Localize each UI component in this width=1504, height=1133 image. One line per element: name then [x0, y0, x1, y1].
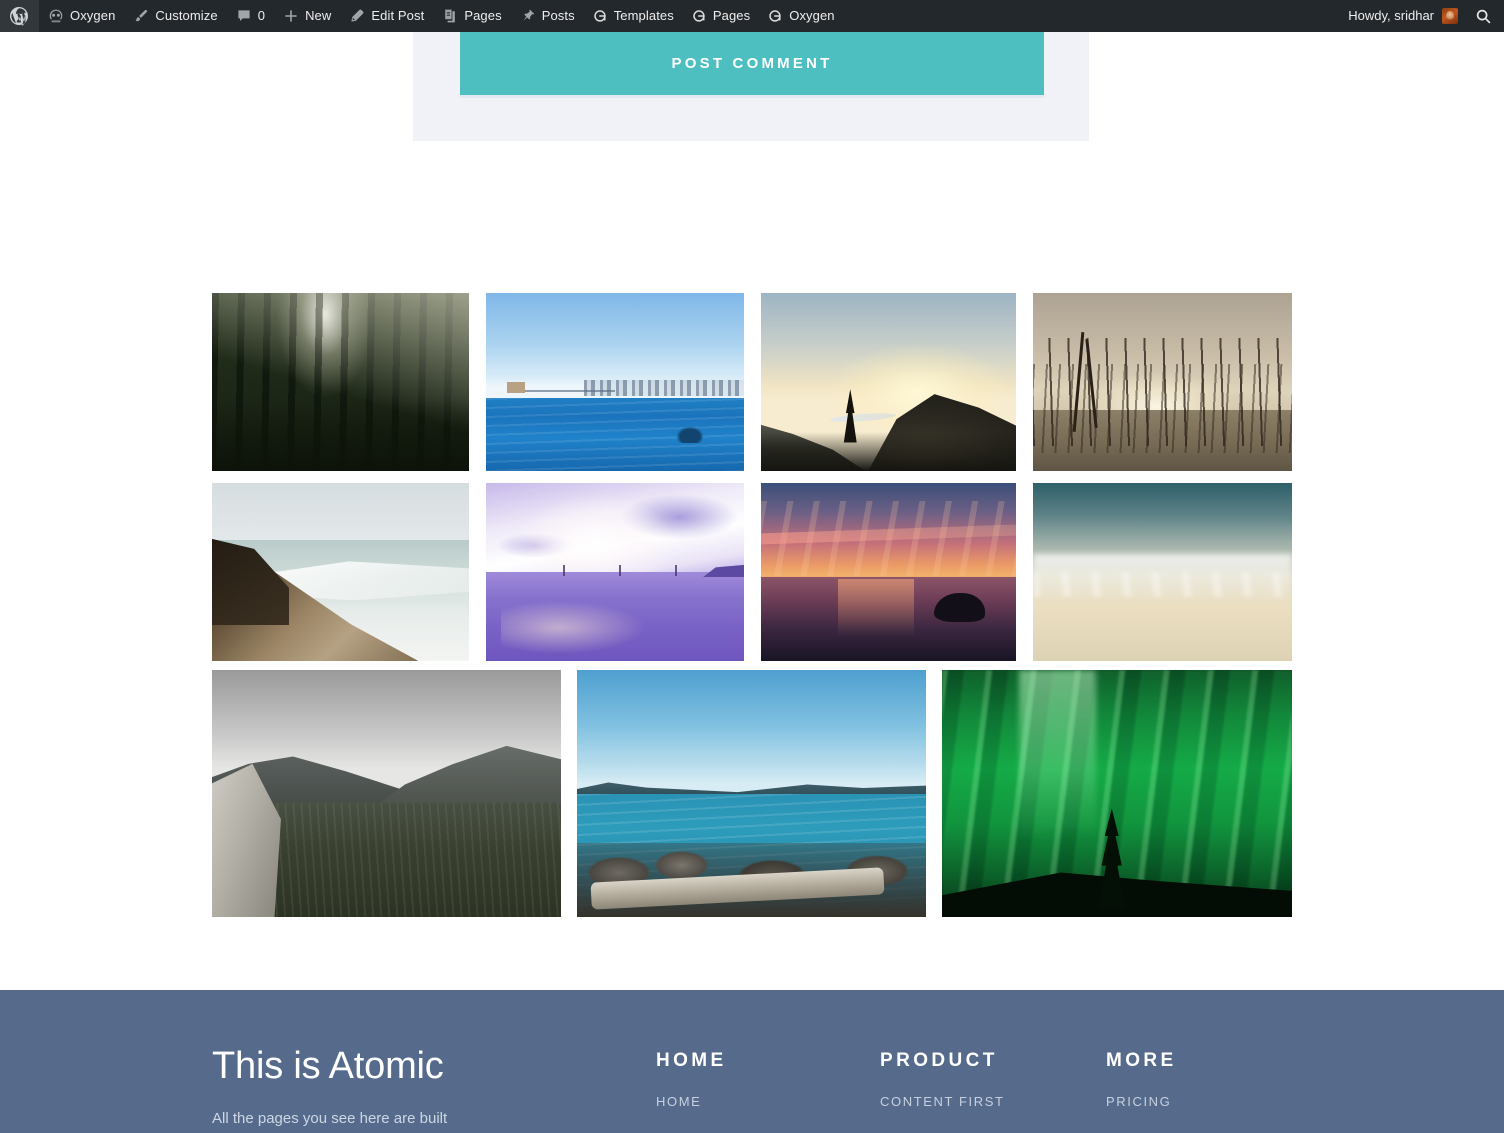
adminbar-item-pages-1[interactable]: Pages	[433, 0, 510, 32]
footer-link-pricing[interactable]: PRICING	[1106, 1094, 1177, 1109]
gallery-image-ridge-sunrise[interactable]	[761, 293, 1016, 471]
adminbar-item-new[interactable]: New	[274, 0, 340, 32]
adminbar-search-button[interactable]	[1467, 0, 1504, 32]
footer-column-home: HOME HOME	[656, 1050, 727, 1109]
adminbar-item-comments[interactable]: 0	[227, 0, 274, 32]
pencil-icon	[349, 8, 365, 24]
gallery-image-turquoise-lake[interactable]	[577, 670, 926, 917]
footer-brand-title: This is Atomic	[212, 1045, 444, 1087]
gallery-image-teal-clouds[interactable]	[1033, 483, 1292, 661]
footer-link-home[interactable]: HOME	[656, 1094, 727, 1109]
adminbar-item-oxygen-2[interactable]: Oxygen	[759, 0, 843, 32]
adminbar-label-posts: Posts	[541, 8, 575, 23]
oxygen-icon	[48, 8, 64, 24]
adminbar-label-pages-2: Pages	[712, 8, 751, 23]
brush-icon	[133, 8, 149, 24]
decor-bridge-towers	[563, 564, 683, 576]
gallery-image-coast-cliff[interactable]	[212, 483, 469, 661]
decor-bridge	[511, 390, 615, 392]
decor-forest-floor	[212, 293, 469, 471]
search-icon	[1475, 8, 1492, 25]
decor-islet	[934, 593, 986, 622]
adminbar-item-oxygen-site[interactable]: Oxygen	[39, 0, 124, 32]
footer-heading-product: PRODUCT	[880, 1050, 998, 1071]
avatar	[1442, 8, 1458, 24]
pages-icon	[442, 8, 458, 24]
footer-heading-home: HOME	[656, 1050, 727, 1071]
adminbar-label-comments-count: 0	[257, 8, 266, 23]
footer-tagline: All the pages you see here are built	[212, 1110, 448, 1127]
adminbar-item-pages-2[interactable]: Pages	[683, 0, 759, 32]
decor-ship	[506, 382, 525, 393]
decor-skyline	[584, 380, 744, 397]
adminbar-label-oxygen-site: Oxygen	[70, 8, 116, 23]
gallery-image-burned-forest[interactable]	[1033, 293, 1292, 471]
wordpress-icon	[9, 6, 29, 26]
plus-icon	[283, 8, 299, 24]
adminbar-label-edit-post: Edit Post	[371, 8, 425, 23]
adminbar-label-new: New	[305, 8, 332, 23]
adminbar-label-templates: Templates	[613, 8, 674, 23]
decor-sun-reflection	[837, 579, 914, 651]
footer-heading-more: MORE	[1106, 1050, 1177, 1071]
comment-icon	[236, 8, 252, 24]
oxygen-q-icon	[593, 9, 608, 24]
post-comment-button[interactable]: POST COMMENT	[460, 32, 1044, 95]
gallery-image-bay-skyline[interactable]	[486, 293, 744, 471]
adminbar-right-group: Howdy, sridhar	[1339, 0, 1504, 32]
wp-admin-bar: Oxygen Customize 0 New Edit Post Pages P…	[0, 0, 1504, 32]
gallery-image-forest-sunbeams[interactable]	[212, 293, 469, 471]
gallery-image-ocean-sunset[interactable]	[761, 483, 1016, 661]
decor-water-shimmer	[501, 600, 646, 654]
howdy-greeting: Howdy, sridhar	[1348, 8, 1434, 23]
adminbar-item-templates[interactable]: Templates	[584, 0, 683, 32]
pin-icon	[520, 8, 536, 24]
decor-waves	[486, 398, 744, 471]
wordpress-logo-menu[interactable]	[0, 0, 39, 32]
image-gallery	[0, 150, 1504, 990]
decor-dead-trunks-back	[1033, 364, 1292, 454]
decor-foreground	[761, 431, 1016, 471]
adminbar-spacer	[844, 0, 1340, 32]
footer-link-content-first[interactable]: CONTENT FIRST	[880, 1094, 1005, 1109]
footer-column-product: PRODUCT CONTENT FIRST	[880, 1050, 1005, 1109]
oxygen-q-icon	[768, 9, 783, 24]
gallery-image-grey-valley[interactable]	[212, 670, 561, 917]
adminbar-item-customize[interactable]: Customize	[124, 0, 226, 32]
site-footer: This is Atomic All the pages you see her…	[0, 990, 1504, 1133]
comment-panel-divider	[460, 95, 1044, 98]
gallery-image-purple-bridge[interactable]	[486, 483, 744, 661]
decor-aurora-bright-band	[1019, 670, 1096, 883]
footer-column-more: MORE PRICING	[1106, 1050, 1177, 1109]
comment-form-panel: POST COMMENT	[413, 32, 1089, 141]
decor-cloud-wisps	[1033, 572, 1292, 597]
gallery-image-aurora[interactable]	[942, 670, 1292, 917]
decor-kayak	[676, 426, 703, 443]
adminbar-label-customize: Customize	[155, 8, 218, 23]
adminbar-label-oxygen-2: Oxygen	[789, 8, 835, 23]
adminbar-item-posts[interactable]: Posts	[511, 0, 584, 32]
oxygen-q-icon	[692, 9, 707, 24]
my-account-menu[interactable]: Howdy, sridhar	[1339, 0, 1467, 32]
adminbar-label-pages-1: Pages	[464, 8, 502, 23]
adminbar-item-edit-post[interactable]: Edit Post	[340, 0, 433, 32]
